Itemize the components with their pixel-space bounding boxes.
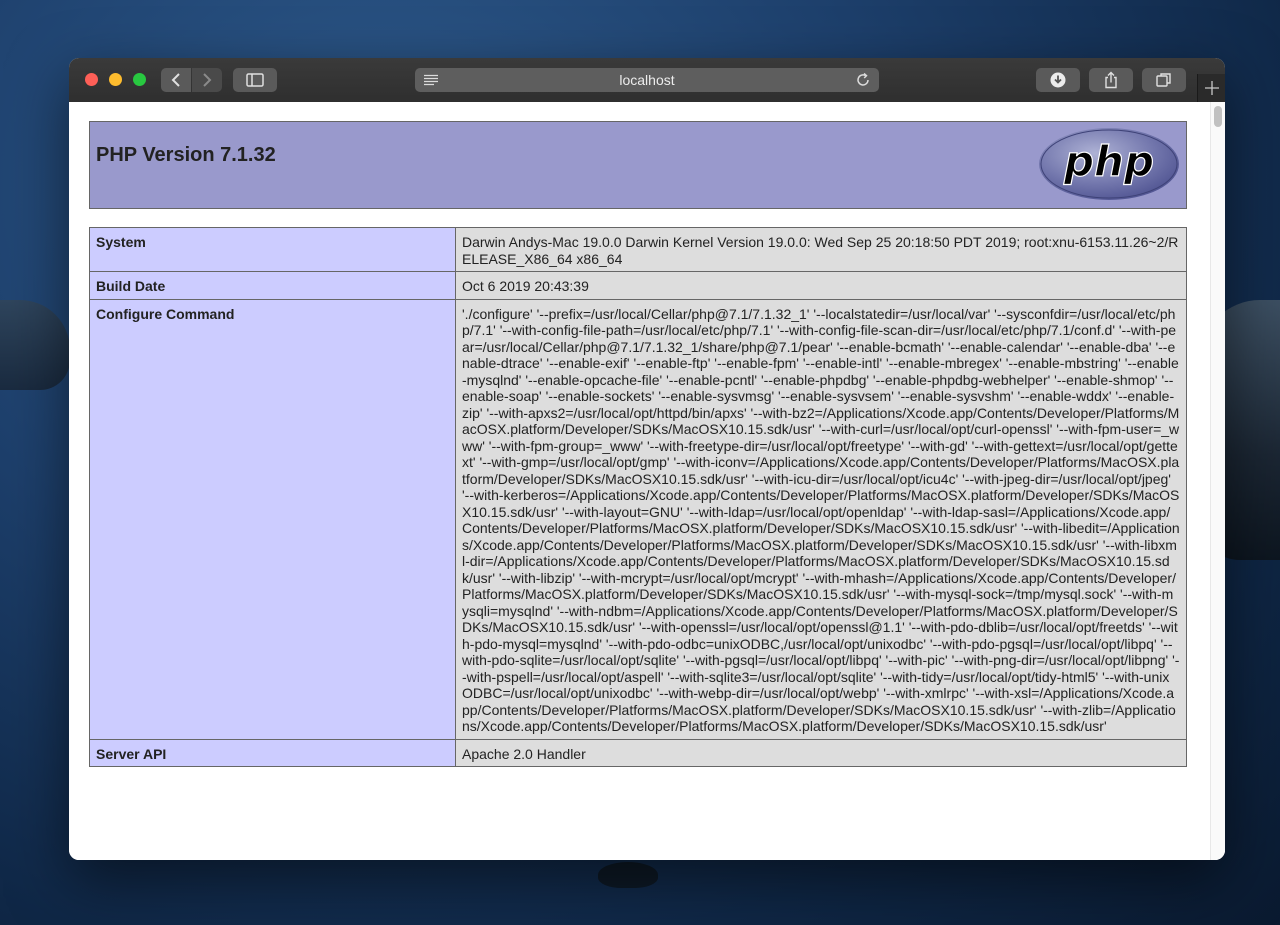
browser-window: localhost PHP Version 7.1.32 php System … <box>69 58 1225 860</box>
row-value: Oct 6 2019 20:43:39 <box>455 271 1187 300</box>
address-bar[interactable]: localhost <box>415 68 879 92</box>
zoom-window-button[interactable] <box>133 73 146 86</box>
new-tab-button[interactable] <box>1197 74 1225 102</box>
php-version-header: PHP Version 7.1.32 php <box>89 121 1187 209</box>
reader-icon[interactable] <box>423 74 439 86</box>
row-key: Configure Command <box>89 298 456 740</box>
show-tabs-button[interactable] <box>1142 68 1186 92</box>
chevron-right-icon <box>203 73 212 87</box>
minimize-window-button[interactable] <box>109 73 122 86</box>
table-row: System Darwin Andys-Mac 19.0.0 Darwin Ke… <box>89 227 1187 272</box>
address-text: localhost <box>619 72 675 88</box>
back-button[interactable] <box>161 68 191 92</box>
row-key: Server API <box>89 738 456 767</box>
downloads-button[interactable] <box>1036 68 1080 92</box>
svg-text:php: php <box>1063 137 1154 186</box>
close-window-button[interactable] <box>85 73 98 86</box>
row-key: Build Date <box>89 271 456 300</box>
sidebar-icon <box>246 73 264 87</box>
table-row: Configure Command './configure' '--prefi… <box>89 298 1187 740</box>
scrollbar-thumb[interactable] <box>1214 106 1222 127</box>
browser-toolbar: localhost <box>69 58 1225 103</box>
table-row: Build Date Oct 6 2019 20:43:39 <box>89 271 1187 300</box>
reload-icon[interactable] <box>855 72 871 88</box>
page-title: PHP Version 7.1.32 <box>96 144 276 166</box>
share-icon <box>1105 71 1117 89</box>
sidebar-toggle-button[interactable] <box>233 68 277 92</box>
tabs-overview-icon <box>1156 73 1171 87</box>
chevron-left-icon <box>171 73 180 87</box>
wallpaper-rock <box>598 862 658 888</box>
row-value: './configure' '--prefix=/usr/local/Cella… <box>455 298 1187 740</box>
forward-button[interactable] <box>192 68 222 92</box>
info-table: System Darwin Andys-Mac 19.0.0 Darwin Ke… <box>89 227 1187 767</box>
wallpaper-cliff-left <box>0 300 70 390</box>
plus-icon <box>1205 81 1219 95</box>
page-viewport[interactable]: PHP Version 7.1.32 php System Darwin And… <box>69 102 1225 860</box>
row-value: Darwin Andys-Mac 19.0.0 Darwin Kernel Ve… <box>455 227 1187 272</box>
share-button[interactable] <box>1089 68 1133 92</box>
vertical-scrollbar[interactable] <box>1210 102 1225 860</box>
table-row: Server API Apache 2.0 Handler <box>89 738 1187 767</box>
php-logo: php <box>1039 128 1179 200</box>
row-value: Apache 2.0 Handler <box>455 738 1187 767</box>
row-key: System <box>89 227 456 272</box>
download-icon <box>1050 72 1066 88</box>
